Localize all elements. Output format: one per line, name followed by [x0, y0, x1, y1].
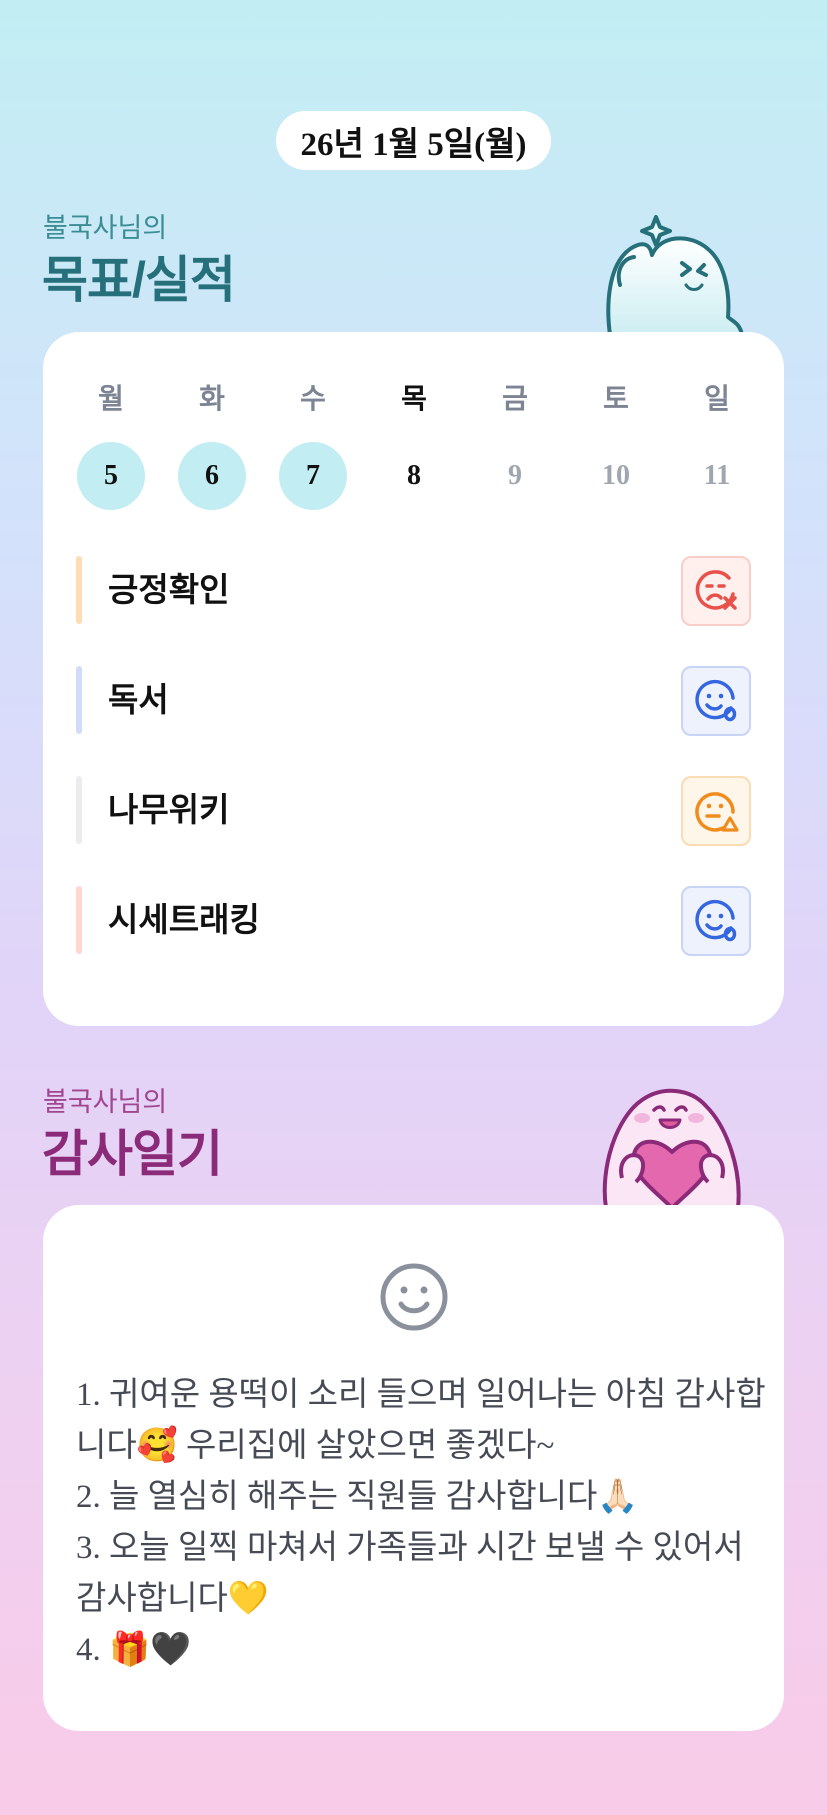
- gratitude-line: 감사합니다💛: [76, 1581, 269, 1617]
- goal-status-button[interactable]: [681, 666, 751, 736]
- gratitude-card: 1. 귀여운 용떡이 소리 들으며 일어나는 아침 감사합 니다🥰 우리집에 살…: [43, 1205, 784, 1731]
- goal-name: 긍정확인: [108, 571, 230, 608]
- face-x-icon: [695, 570, 737, 610]
- weekday-label: 금: [502, 383, 528, 414]
- goals-card: 월 화 수 목 금 토 일 5 6 7 8 9 10 11 긍정확인 독서 나무…: [43, 332, 784, 1026]
- date-pill[interactable]: 26년 1월 5일(월): [276, 111, 551, 170]
- day-number-today[interactable]: 8: [380, 442, 448, 510]
- day-number-future[interactable]: 10: [582, 442, 650, 510]
- weekday-label: 화: [199, 383, 225, 414]
- face-o-icon: [695, 899, 737, 942]
- goal-color-bar: [76, 556, 82, 624]
- gratitude-section-title: 감사일기: [42, 1126, 223, 1182]
- gratitude-line: 3. 오늘 일찍 마쳐서 가족들과 시간 보낼 수 있어서: [76, 1530, 744, 1566]
- goal-name: 나무위키: [108, 791, 230, 828]
- weekday-label: 월: [98, 383, 124, 414]
- goal-status-button[interactable]: [681, 886, 751, 956]
- gratitude-entries: 1. 귀여운 용떡이 소리 들으며 일어나는 아침 감사합 니다🥰 우리집에 살…: [76, 1370, 766, 1676]
- gratitude-line: 2. 늘 열심히 해주는 직원들 감사합니다🙏🏻: [76, 1479, 639, 1515]
- goal-row[interactable]: 긍정확인: [76, 556, 751, 626]
- heart-mascot-icon: [602, 1088, 741, 1208]
- day-circle-completed[interactable]: 6: [178, 442, 246, 510]
- goal-row[interactable]: 시세트래킹: [76, 886, 751, 956]
- goal-row[interactable]: 독서: [76, 666, 751, 736]
- goal-color-bar: [76, 666, 82, 734]
- day-number-future[interactable]: 11: [683, 442, 751, 510]
- gratitude-line: 1. 귀여운 용떡이 소리 들으며 일어나는 아침 감사합: [76, 1377, 766, 1413]
- goal-status-button[interactable]: [681, 776, 751, 846]
- goal-name: 시세트래킹: [108, 901, 260, 938]
- face-triangle-icon: [695, 792, 739, 832]
- gratitude-line: 4. 🎁🖤: [76, 1632, 192, 1668]
- smile-icon[interactable]: [378, 1261, 450, 1333]
- weekday-label: 수: [300, 383, 326, 414]
- face-o-icon: [695, 679, 737, 722]
- weekday-label-today: 목: [401, 383, 427, 414]
- goals-section-title: 목표/실적: [42, 252, 236, 308]
- weekday-label: 일: [704, 383, 730, 414]
- goal-name: 독서: [108, 681, 169, 718]
- gratitude-line: 니다🥰 우리집에 살았으면 좋겠다~: [76, 1428, 555, 1464]
- day-circle-completed[interactable]: 5: [77, 442, 145, 510]
- goal-status-button[interactable]: [681, 556, 751, 626]
- weekday-label: 토: [603, 383, 629, 414]
- goal-row[interactable]: 나무위키: [76, 776, 751, 846]
- goal-color-bar: [76, 776, 82, 844]
- day-number-future[interactable]: 9: [481, 442, 549, 510]
- ghost-mascot-icon: [606, 215, 744, 335]
- goal-color-bar: [76, 886, 82, 954]
- day-circle-completed[interactable]: 7: [279, 442, 347, 510]
